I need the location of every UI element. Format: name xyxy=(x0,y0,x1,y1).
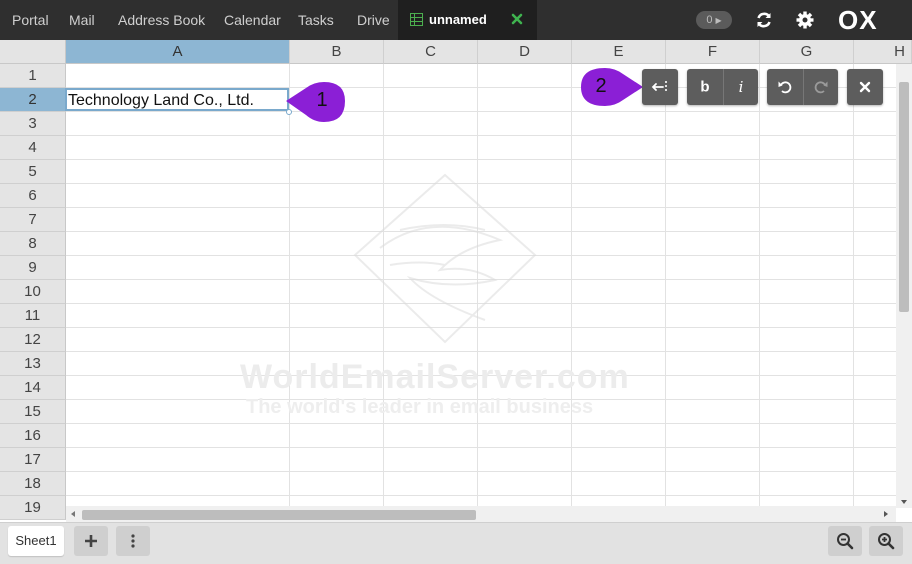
column-header-h[interactable]: H xyxy=(854,40,912,64)
select-all-corner[interactable] xyxy=(0,40,66,64)
vertical-scrollbar[interactable] xyxy=(896,64,912,508)
column-header-f[interactable]: F xyxy=(666,40,760,64)
grid-row-line xyxy=(66,447,896,448)
cell-grid[interactable] xyxy=(66,64,896,520)
row-header-17[interactable]: 17 xyxy=(0,448,66,472)
format-button-group: b i xyxy=(687,69,758,105)
row-header-18[interactable]: 18 xyxy=(0,472,66,496)
refresh-icon[interactable] xyxy=(754,10,774,30)
spreadsheet-icon xyxy=(410,13,423,26)
row-header-10[interactable]: 10 xyxy=(0,280,66,304)
column-header-a[interactable]: A xyxy=(66,40,290,64)
row-header-8[interactable]: 8 xyxy=(0,232,66,256)
nav-item-portal[interactable]: Portal xyxy=(12,0,49,40)
row-header-4[interactable]: 4 xyxy=(0,136,66,160)
top-nav-bar: Portal Mail Address Book Calendar Tasks … xyxy=(0,0,912,40)
grid-row-line xyxy=(66,471,896,472)
spreadsheet-area: A B C D E F G H 1 2 3 4 5 6 7 8 9 10 11 12 13 14 15 16 1… xyxy=(0,40,912,522)
plus-icon xyxy=(85,535,97,547)
exit-edit-icon xyxy=(651,81,667,93)
active-cell-a2[interactable] xyxy=(65,88,289,111)
bold-button[interactable]: b xyxy=(687,69,723,105)
close-edit-button[interactable] xyxy=(847,69,883,105)
fill-handle[interactable] xyxy=(286,109,292,115)
grid-row-line xyxy=(66,495,896,496)
row-header-16[interactable]: 16 xyxy=(0,424,66,448)
scroll-left-icon[interactable] xyxy=(69,510,77,518)
undo-icon xyxy=(778,81,792,94)
row-header-13[interactable]: 13 xyxy=(0,352,66,376)
callout-2-number: 2 xyxy=(595,75,607,97)
notification-badge[interactable]: 0 ▶ xyxy=(696,11,732,29)
callout-1-number: 1 xyxy=(316,89,328,111)
horizontal-scrollbar[interactable] xyxy=(66,506,896,522)
nav-item-mail[interactable]: Mail xyxy=(69,0,95,40)
row-header-14[interactable]: 14 xyxy=(0,376,66,400)
row-header-9[interactable]: 9 xyxy=(0,256,66,280)
undo-button[interactable] xyxy=(767,69,803,105)
scroll-right-icon[interactable] xyxy=(882,510,890,518)
row-header-11[interactable]: 11 xyxy=(0,304,66,328)
badge-count: 0 xyxy=(706,14,713,26)
grid-row-line xyxy=(66,231,896,232)
gear-icon[interactable] xyxy=(795,10,815,30)
row-header-12[interactable]: 12 xyxy=(0,328,66,352)
italic-icon: i xyxy=(738,78,744,96)
row-header-15[interactable]: 15 xyxy=(0,400,66,424)
column-header-e[interactable]: E xyxy=(572,40,666,64)
close-icon[interactable] xyxy=(510,12,524,26)
grid-row-line xyxy=(66,351,896,352)
nav-tab-label: unnamed xyxy=(429,12,487,27)
scroll-down-icon[interactable] xyxy=(900,498,908,506)
row-header-6[interactable]: 6 xyxy=(0,184,66,208)
close-icon xyxy=(859,81,871,93)
zoom-out-button[interactable] xyxy=(828,526,862,556)
history-button-group xyxy=(767,69,838,105)
horizontal-scroll-thumb[interactable] xyxy=(82,510,476,520)
column-header-d[interactable]: D xyxy=(478,40,572,64)
bold-icon: b xyxy=(700,78,710,96)
redo-button[interactable] xyxy=(803,69,838,105)
column-header-g[interactable]: G xyxy=(760,40,854,64)
exit-edit-button[interactable] xyxy=(642,69,678,105)
zoom-in-icon xyxy=(878,533,895,550)
zoom-in-button[interactable] xyxy=(869,526,903,556)
grid-row-line xyxy=(66,135,896,136)
column-header-c[interactable]: C xyxy=(384,40,478,64)
ox-logo: OX xyxy=(838,5,878,35)
nav-item-calendar[interactable]: Calendar xyxy=(224,0,281,40)
row-header-3[interactable]: 3 xyxy=(0,112,66,136)
watermark-tagline: The world's leader in email business xyxy=(246,396,594,418)
sheet-tab-sheet1[interactable]: Sheet1 xyxy=(8,526,64,556)
grid-row-line xyxy=(66,207,896,208)
redo-icon xyxy=(814,81,828,94)
watermark-text: WorldEmailServer.com xyxy=(240,358,630,396)
italic-button[interactable]: i xyxy=(723,69,758,105)
row-header-7[interactable]: 7 xyxy=(0,208,66,232)
nav-tab-unnamed[interactable]: unnamed xyxy=(398,0,537,40)
row-header-5[interactable]: 5 xyxy=(0,160,66,184)
grid-row-line xyxy=(66,159,896,160)
column-header-b[interactable]: B xyxy=(290,40,384,64)
grid-row-line xyxy=(66,327,896,328)
grid-row-line xyxy=(66,279,896,280)
nav-item-tasks[interactable]: Tasks xyxy=(298,0,334,40)
nav-item-address-book[interactable]: Address Book xyxy=(118,0,205,40)
row-header-2[interactable]: 2 xyxy=(0,88,66,112)
vertical-scroll-thumb[interactable] xyxy=(899,82,909,312)
row-header-19[interactable]: 19 xyxy=(0,496,66,520)
sheet-options-button[interactable] xyxy=(116,526,150,556)
caret-right-icon: ▶ xyxy=(715,16,722,25)
grid-row-line xyxy=(66,303,896,304)
grid-row-line xyxy=(66,255,896,256)
sheet-tab-bar: Sheet1 xyxy=(0,522,912,564)
grid-row-line xyxy=(66,183,896,184)
add-sheet-button[interactable] xyxy=(74,526,108,556)
vertical-dots-icon xyxy=(131,534,135,548)
nav-item-drive[interactable]: Drive xyxy=(357,0,390,40)
zoom-out-icon xyxy=(837,533,854,550)
row-header-1[interactable]: 1 xyxy=(0,64,66,88)
grid-row-line xyxy=(66,423,896,424)
